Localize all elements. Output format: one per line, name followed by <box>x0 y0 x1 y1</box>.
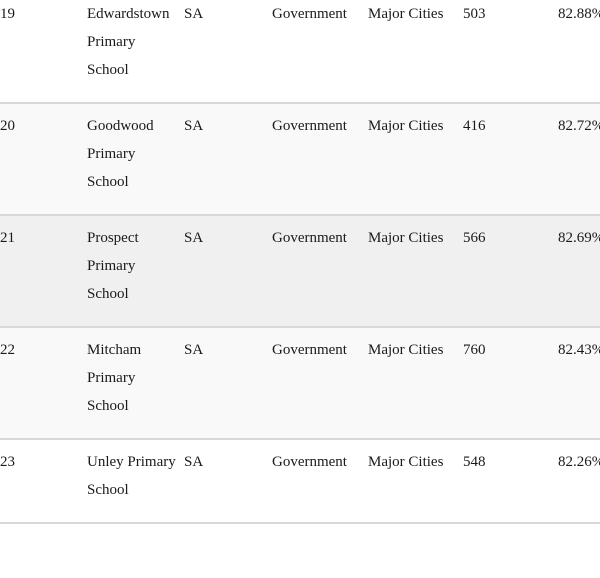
cell-sector: Government <box>272 454 347 470</box>
cell-percentage: 82.69% <box>558 230 600 246</box>
cell-rank: 23 <box>0 454 15 470</box>
cell-state: SA <box>184 6 204 22</box>
cell-region: Major Cities <box>368 454 444 470</box>
cell-rank: 21 <box>0 230 15 246</box>
cell-state: SA <box>184 230 204 246</box>
table-row: 19 Edwardstown Primary School SA Government… <box>0 0 600 103</box>
cell-student-count: 416 <box>463 118 486 134</box>
cell-student-count: 548 <box>463 454 486 470</box>
cell-school-name: Edwardstown Primary School <box>87 6 170 78</box>
cell-region: Major Cities <box>368 230 444 246</box>
cell-sector: Government <box>272 230 347 246</box>
cell-school-name: Unley Primary School <box>87 454 176 498</box>
cell-state: SA <box>184 454 204 470</box>
top-primary-schools-table: 19 Edwardstown Primary School SA Government… <box>0 0 600 524</box>
cell-percentage: 82.88% <box>558 6 600 22</box>
cell-percentage: 82.43% <box>558 342 600 358</box>
table-row: 21 Prospect Primary School SA Government Maj… <box>0 215 600 327</box>
cell-percentage: 82.26% <box>558 454 600 470</box>
cell-student-count: 503 <box>463 6 486 22</box>
cell-state: SA <box>184 118 204 134</box>
cell-rank: 22 <box>0 342 15 358</box>
table-row: 22 Mitcham Primary School SA Government Majo… <box>0 327 600 439</box>
cell-region: Major Cities <box>368 118 444 134</box>
cell-region: Major Cities <box>368 6 444 22</box>
cell-school-name: Mitcham Primary School <box>87 342 142 414</box>
cell-school-name: Goodwood Primary School <box>87 118 154 190</box>
cell-sector: Government <box>272 342 347 358</box>
cell-school-name: Prospect Primary School <box>87 230 139 302</box>
cell-rank: 20 <box>0 118 15 134</box>
cell-sector: Government <box>272 6 347 22</box>
cell-sector: Government <box>272 118 347 134</box>
cell-percentage: 82.72% <box>558 118 600 134</box>
cell-region: Major Cities <box>368 342 444 358</box>
table-body: 19 Edwardstown Primary School SA Government… <box>0 0 600 523</box>
table-viewport: 19 Edwardstown Primary School SA Government… <box>0 0 600 578</box>
cell-student-count: 566 <box>463 230 486 246</box>
cell-student-count: 760 <box>463 342 486 358</box>
table-row: 20 Goodwood Primary School SA Government Maj… <box>0 103 600 215</box>
cell-state: SA <box>184 342 204 358</box>
table-row: 23 Unley Primary School SA Government Major … <box>0 439 600 523</box>
cell-rank: 19 <box>0 6 15 22</box>
